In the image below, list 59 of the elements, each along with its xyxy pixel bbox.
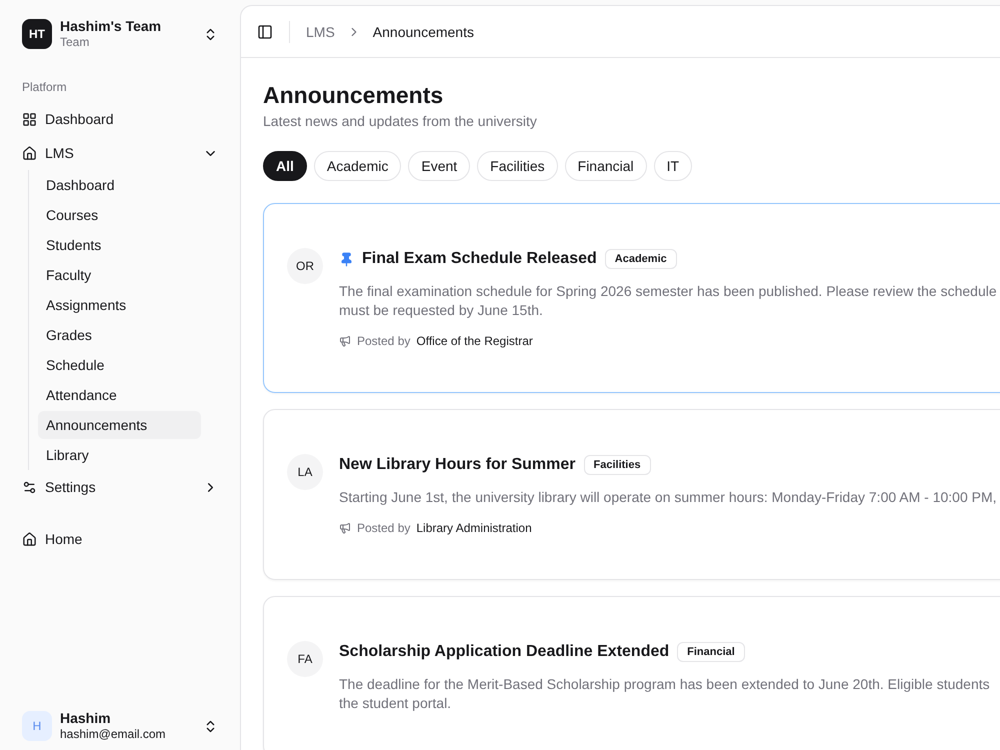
team-name: Hashim's Team — [60, 18, 162, 36]
sub-nav-item[interactable]: Courses — [38, 201, 201, 229]
sub-nav-item[interactable]: Attendance — [38, 381, 201, 409]
announcement-title: Final Exam Schedule Released — [362, 250, 597, 268]
filter-chip[interactable]: Event — [408, 151, 470, 181]
filter-chip[interactable]: IT — [654, 151, 692, 181]
sub-nav-item[interactable]: Announcements — [38, 411, 201, 439]
filter-chip[interactable]: Academic — [314, 151, 402, 181]
announcement-text: The final examination schedule for Spring 2026 semester has been published. Please review the schedule — [339, 282, 997, 301]
filter-chip[interactable]: Facilities — [477, 151, 558, 181]
user-menu[interactable]: H Hashim hashim@email.com — [22, 706, 218, 746]
author-name: Office of the Registrar — [416, 334, 533, 348]
sub-nav-item[interactable]: Library — [38, 441, 201, 469]
team-avatar: HT — [22, 19, 52, 49]
user-avatar: H — [22, 711, 52, 741]
announcement-title: New Library Hours for Summer — [339, 456, 576, 474]
sub-nav-item[interactable]: Schedule — [38, 351, 201, 379]
home-icon — [22, 532, 37, 546]
home-icon — [22, 146, 37, 160]
page-title: Announcements — [263, 82, 444, 109]
pin-icon — [339, 252, 354, 266]
author-avatar: LA — [287, 454, 323, 490]
announcement-text: the student portal. — [339, 694, 452, 713]
sub-nav-item[interactable]: Grades — [38, 321, 201, 349]
team-switcher[interactable]: HT Hashim's Team Team — [22, 16, 218, 52]
sub-nav-item[interactable]: Students — [38, 231, 201, 259]
author-avatar: OR — [287, 248, 323, 284]
group-label: Platform — [22, 80, 68, 94]
author-avatar: FA — [287, 641, 323, 677]
megaphone-icon — [339, 522, 351, 534]
sub-nav-item[interactable]: Faculty — [38, 261, 201, 289]
category-tag: Financial — [677, 642, 745, 662]
posted-label: Posted by — [357, 334, 410, 348]
nav-item[interactable]: Home — [22, 522, 218, 556]
filter-chip[interactable]: All — [263, 151, 307, 181]
page-subtitle: Latest news and updates from the university — [263, 113, 538, 129]
category-tag: Facilities — [584, 455, 651, 475]
sub-nav-item[interactable]: Assignments — [38, 291, 201, 319]
grid-icon — [22, 112, 37, 126]
announcement-text: must be requested by June 15th. — [339, 301, 544, 320]
announcement-text: Starting June 1st, the university library will operate on summer hours: Monday-Friday 7:00 AM - 10:00 PM, — [339, 488, 997, 507]
breadcrumb-item[interactable]: LMS — [306, 24, 335, 40]
team-plan: Team — [60, 35, 90, 50]
nav-item[interactable]: LMS — [22, 136, 218, 170]
announcement-text: The deadline for the Merit-Based Scholarship program has been extended to June 20th. Eligible students — [339, 675, 990, 694]
author-name: Library Administration — [416, 521, 532, 535]
category-tag: Academic — [604, 249, 677, 269]
nav-item[interactable]: Settings — [22, 470, 218, 504]
breadcrumb-item: Announcements — [372, 24, 474, 40]
posted-label: Posted by — [357, 521, 410, 535]
sliders-icon — [22, 480, 37, 494]
filter-chip[interactable]: Financial — [564, 151, 647, 181]
announcement-title: Scholarship Application Deadline Extended — [339, 643, 670, 661]
sidebar-toggle-icon[interactable] — [257, 24, 273, 40]
nav-item[interactable]: Dashboard — [22, 102, 218, 136]
user-name: Hashim — [60, 710, 112, 728]
megaphone-icon — [339, 335, 351, 347]
user-email: hashim@email.com — [60, 727, 167, 742]
sub-nav-item[interactable]: Dashboard — [38, 171, 201, 199]
